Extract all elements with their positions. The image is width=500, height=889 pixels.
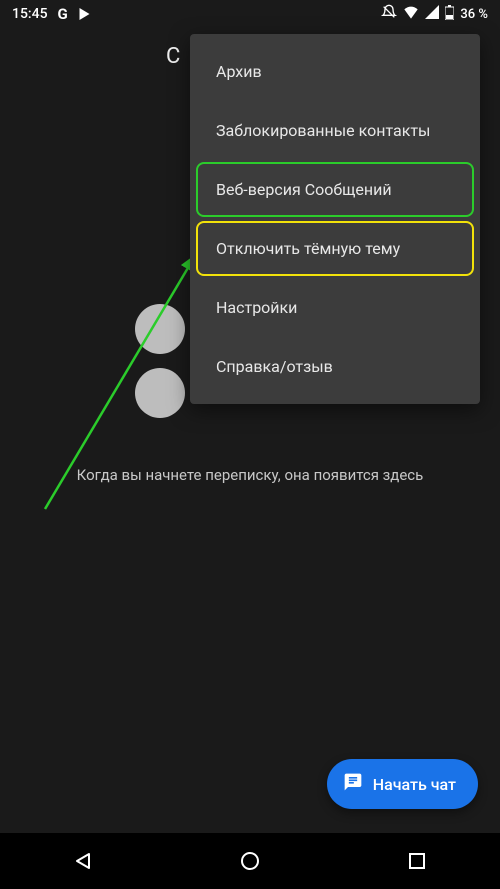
- fab-label: Начать чат: [373, 775, 456, 794]
- placeholder-avatar: [135, 304, 185, 354]
- navigation-bar: [0, 833, 500, 889]
- menu-item-archive[interactable]: Архив: [196, 44, 474, 99]
- wifi-icon: [403, 5, 419, 23]
- signal-icon: [425, 5, 439, 23]
- dnd-icon: [381, 4, 397, 24]
- menu-item-blocked-contacts[interactable]: Заблокированные контакты: [196, 103, 474, 158]
- menu-item-settings[interactable]: Настройки: [196, 280, 474, 335]
- status-time: 15:45: [12, 6, 48, 22]
- overflow-menu: Архив Заблокированные контакты Веб-верси…: [190, 34, 480, 404]
- menu-item-messages-web[interactable]: Веб-версия Сообщений: [196, 162, 474, 217]
- page-title: С: [166, 44, 180, 69]
- nav-home-button[interactable]: [220, 841, 280, 881]
- battery-text: 36 %: [460, 7, 488, 22]
- nav-back-button[interactable]: [53, 841, 113, 881]
- menu-item-help-feedback[interactable]: Справка/отзыв: [196, 339, 474, 394]
- placeholder-avatar: [135, 368, 185, 418]
- nav-recent-button[interactable]: [387, 841, 447, 881]
- menu-item-disable-dark-theme[interactable]: Отключить тёмную тему: [196, 221, 474, 276]
- empty-state-text: Когда вы начнете переписку, она появится…: [0, 464, 500, 487]
- start-chat-button[interactable]: Начать чат: [327, 759, 478, 809]
- play-store-icon: [78, 7, 91, 21]
- chat-icon: [343, 772, 363, 796]
- status-bar: 15:45 G 36 %: [0, 0, 500, 28]
- google-icon: G: [58, 5, 68, 23]
- battery-icon: [445, 5, 454, 24]
